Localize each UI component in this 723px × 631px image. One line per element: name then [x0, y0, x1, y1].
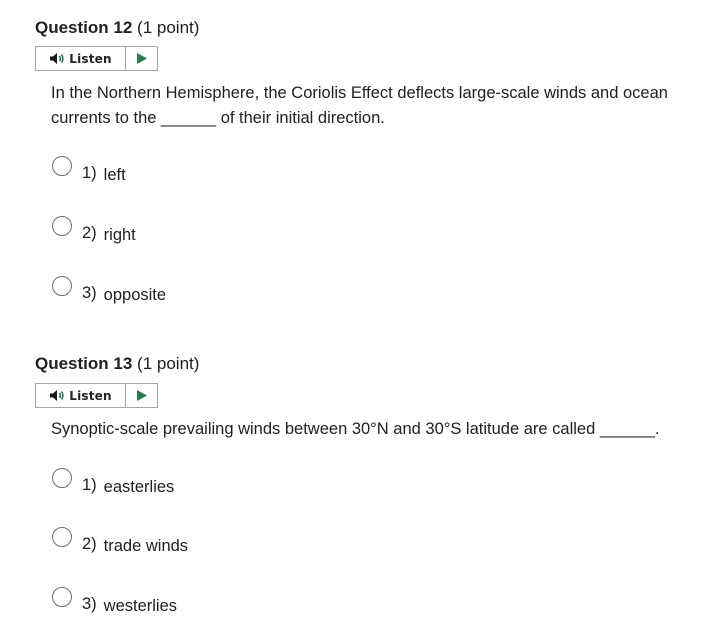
listen-label: Listen [69, 51, 112, 66]
radio-button[interactable] [52, 587, 72, 607]
speaker-icon [50, 53, 64, 64]
radio-button[interactable] [52, 216, 72, 236]
read-aloud-toolbar: Listen [35, 46, 158, 71]
option-number: 2) [82, 534, 97, 553]
option-number: 2) [82, 223, 97, 242]
question-title: Question 13 (1 point) [35, 354, 199, 374]
play-icon [136, 390, 147, 401]
read-aloud-toolbar: Listen [35, 383, 158, 408]
play-button[interactable] [126, 384, 157, 407]
answer-option-westerlies[interactable]: 3) westerlies [52, 587, 178, 617]
option-number: 3) [82, 594, 97, 613]
option-number: 1) [82, 475, 97, 494]
option-label: right [103, 225, 136, 244]
play-button[interactable] [126, 47, 157, 70]
radio-button[interactable] [52, 527, 72, 547]
speaker-icon [50, 390, 64, 401]
radio-button[interactable] [52, 156, 72, 176]
question-number: Question 12 [35, 18, 133, 37]
question-text: Synoptic-scale prevailing winds between … [51, 420, 660, 438]
option-label: trade winds [103, 536, 189, 555]
answer-option-trade-winds[interactable]: 2) trade winds [52, 527, 189, 557]
option-label: opposite [103, 285, 167, 304]
question-points: (1 point) [137, 354, 200, 373]
option-number: 3) [82, 283, 97, 302]
question-title: Question 12 (1 point) [35, 18, 199, 38]
answer-option-easterlies[interactable]: 1) easterlies [52, 468, 175, 498]
listen-label: Listen [69, 388, 112, 403]
answer-option-right[interactable]: 2) right [52, 216, 136, 246]
answer-option-left[interactable]: 1) left [52, 156, 126, 186]
question-text: In the Northern Hemisphere, the Coriolis… [51, 84, 668, 127]
question-points: (1 point) [137, 18, 200, 37]
answer-option-opposite[interactable]: 3) opposite [52, 276, 167, 306]
question-number: Question 13 [35, 354, 133, 373]
listen-button[interactable]: Listen [36, 384, 126, 407]
option-label: easterlies [103, 477, 175, 496]
option-label: left [103, 165, 126, 184]
play-icon [136, 53, 147, 64]
radio-button[interactable] [52, 276, 72, 296]
option-number: 1) [82, 163, 97, 182]
option-label: westerlies [103, 596, 178, 615]
listen-button[interactable]: Listen [36, 47, 126, 70]
radio-button[interactable] [52, 468, 72, 488]
